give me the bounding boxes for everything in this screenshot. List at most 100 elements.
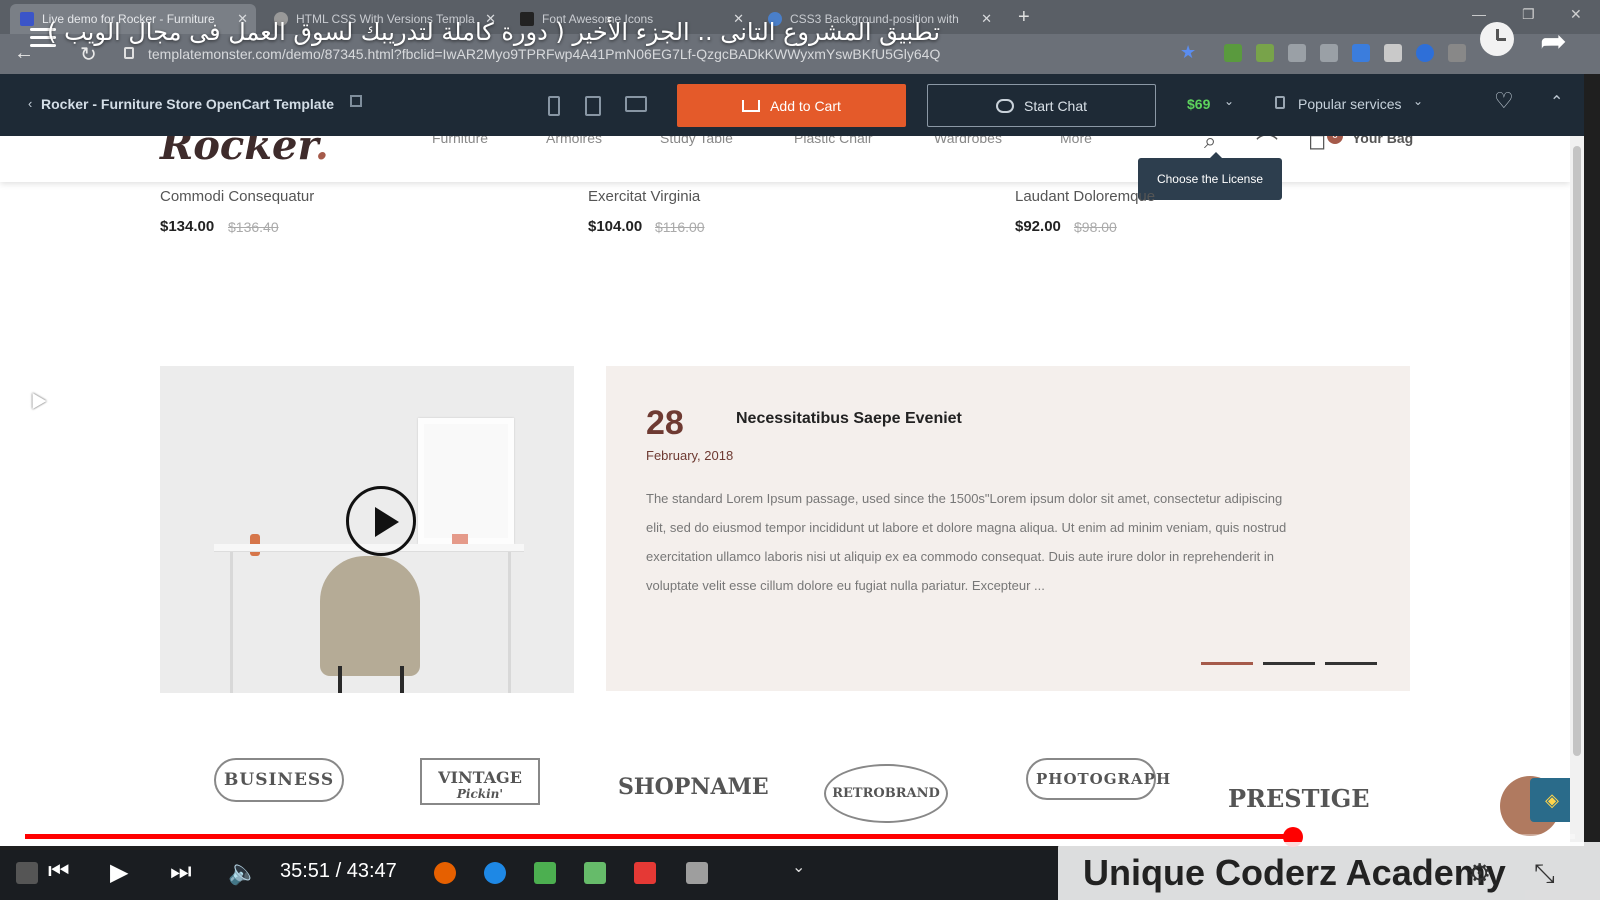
play-icon[interactable]: ▶ (110, 858, 128, 887)
app-icon[interactable] (534, 862, 556, 884)
photos-icon[interactable] (686, 862, 708, 884)
add-to-cart-label: Add to Cart (770, 97, 841, 114)
desktop-view-icon[interactable] (625, 96, 647, 112)
mobile-view-icon[interactable] (548, 96, 560, 116)
chevron-down-icon[interactable]: ⌄ (792, 857, 805, 877)
calendar-icon[interactable] (1384, 44, 1402, 62)
store-header: Rocker. Furniture Armoires Study Table P… (0, 136, 1570, 182)
settings-gear-icon[interactable]: ⚙ (1468, 858, 1491, 889)
app-icon[interactable] (584, 862, 606, 884)
tablet-view-icon[interactable] (585, 96, 601, 116)
brand-logo-shopname[interactable]: SHOPNAME (618, 758, 769, 828)
back-chevron-icon[interactable]: ‹ (28, 96, 32, 111)
extension-icon[interactable] (1416, 44, 1434, 62)
brand-label: RETROBRAND (824, 764, 948, 823)
page-scrollbar[interactable] (1570, 136, 1584, 846)
chevron-down-icon[interactable]: ⌄ (1413, 94, 1423, 108)
video-time-display: 35:51 / 43:47 (280, 860, 397, 882)
scrollbar-thumb[interactable] (1573, 146, 1581, 756)
nav-item-wardrobes[interactable]: Wardrobes (934, 136, 1002, 146)
chat-icon (995, 98, 1014, 113)
camera-icon[interactable] (1320, 44, 1338, 62)
app-icon[interactable] (634, 862, 656, 884)
brand-label: PHOTOGRAPH (1026, 758, 1170, 800)
chevron-down-icon[interactable]: ⌄ (1224, 94, 1234, 108)
external-link-icon[interactable] (350, 95, 362, 107)
brand-logo-prestige[interactable]: PRESTIGE (1228, 758, 1370, 828)
video-thumbnail[interactable] (160, 366, 574, 693)
blog-title[interactable]: Necessitatibus Saepe Eveniet (736, 410, 962, 428)
product-name[interactable]: Laudant Doloremque (1015, 188, 1155, 205)
blog-excerpt: The standard Lorem Ipsum passage, used s… (646, 491, 1287, 593)
new-tab-button[interactable]: + (1018, 6, 1030, 29)
edge-icon[interactable] (484, 862, 506, 884)
nav-item-armoires[interactable]: Armoires (546, 136, 602, 146)
heart-icon[interactable]: ♡ (1494, 88, 1514, 114)
product-old-price: $136.40 (228, 219, 279, 235)
start-chat-button[interactable]: Start Chat (927, 84, 1156, 127)
bag-icon[interactable]: ◻ (1308, 136, 1326, 154)
exit-fullscreen-icon[interactable]: ⤡ (1534, 858, 1555, 890)
product-old-price: $98.00 (1074, 219, 1117, 235)
slider-dot[interactable] (1325, 662, 1377, 665)
url-field[interactable]: templatemonster.com/demo/87345.html?fbcl… (148, 46, 940, 62)
academy-badge-icon: ◈ (1530, 778, 1570, 822)
download-icon[interactable] (1352, 44, 1370, 62)
close-window-icon[interactable]: ✕ (1570, 6, 1582, 23)
brand-frame: VINTAGE Pickin' (420, 758, 540, 805)
mouse-cursor-icon (25, 388, 47, 410)
brand-sub-label: Pickin' (456, 787, 504, 801)
restore-icon[interactable]: ❐ (1522, 6, 1535, 23)
brand-logo-vintage[interactable]: VINTAGE Pickin' (420, 758, 540, 828)
video-progress-fill (25, 834, 1293, 839)
license-price[interactable]: $69 (1187, 96, 1210, 112)
volume-icon[interactable]: 🔈 (228, 858, 258, 887)
license-tooltip: Choose the License (1138, 152, 1282, 200)
chevron-up-icon[interactable]: ⌃ (1550, 92, 1563, 112)
brand-logo-retrobrand[interactable]: RETROBRAND (824, 758, 948, 828)
desk-leg (508, 552, 511, 693)
close-tab-icon[interactable]: ✕ (981, 11, 992, 27)
bag-label[interactable]: Your Bag (1352, 136, 1413, 146)
video-progress-bar[interactable] (25, 827, 1575, 847)
windows-start-icon[interactable] (16, 862, 38, 884)
desk-leg (230, 552, 233, 693)
product-name[interactable]: Commodi Consequatur (160, 188, 314, 205)
previous-video-icon[interactable]: ⏮ (48, 858, 70, 886)
next-video-icon[interactable]: ⏭ (170, 858, 192, 886)
eyedropper-icon[interactable] (1288, 44, 1306, 62)
add-to-cart-button[interactable]: Add to Cart (677, 84, 906, 127)
grid-icon[interactable] (1448, 44, 1466, 62)
user-icon[interactable]: ⌒ (1256, 136, 1278, 160)
blog-month: February, 2018 (646, 448, 734, 463)
product-name[interactable]: Exercitat Virginia (588, 188, 700, 205)
nav-item-study-table[interactable]: Study Table (660, 136, 733, 146)
extension-icon[interactable] (1224, 44, 1242, 62)
picture-frame (418, 418, 514, 544)
chair (320, 556, 420, 676)
slider-dot[interactable] (1201, 662, 1253, 665)
nav-item-more[interactable]: More (1060, 136, 1092, 146)
popular-services-dropdown[interactable]: Popular services (1298, 96, 1402, 112)
brand-logo-photograph[interactable]: PHOTOGRAPH (1026, 758, 1170, 828)
logo-text: Rocker (160, 136, 315, 169)
brand-label: VINTAGE (438, 768, 522, 787)
nav-item-plastic-chair[interactable]: Plastic Chair (794, 136, 873, 146)
video-title: تطبيق المشروع التانى .. الجزء الأخير ( د… (47, 18, 940, 46)
minimize-icon[interactable]: — (1472, 6, 1486, 22)
cart-icon (742, 99, 761, 112)
store-logo[interactable]: Rocker. (160, 136, 329, 169)
product-title-link[interactable]: Rocker - Furniture Store OpenCart Templa… (41, 96, 334, 112)
chair-leg (400, 666, 404, 693)
share-icon[interactable]: ➦ (1540, 22, 1567, 60)
watch-later-icon[interactable] (1480, 22, 1514, 56)
extension-icon[interactable] (1256, 44, 1274, 62)
lock-icon (1275, 96, 1285, 109)
product-price: $134.00 (160, 218, 215, 235)
nav-item-furniture[interactable]: Furniture (432, 136, 488, 146)
bookmark-star-icon[interactable]: ★ (1180, 42, 1196, 63)
slider-dot[interactable] (1263, 662, 1315, 665)
play-video-icon[interactable] (346, 486, 416, 556)
firefox-icon[interactable] (434, 862, 456, 884)
brand-logo-business[interactable]: BUSINESS (214, 758, 344, 828)
